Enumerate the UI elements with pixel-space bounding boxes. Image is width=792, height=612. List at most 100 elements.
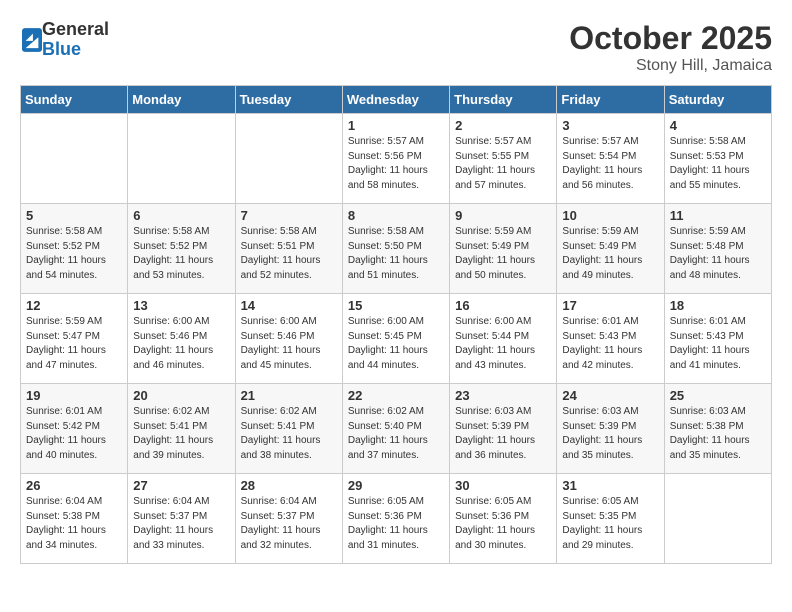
day-info: Sunrise: 5:58 AM Sunset: 5:52 PM Dayligh… [133, 225, 229, 283]
calendar-cell: 21 Sunrise: 6:02 AM Sunset: 5:41 PM Dayli… [235, 384, 342, 474]
day-number: 31 [562, 478, 658, 493]
day-number: 26 [26, 478, 122, 493]
day-info: Sunrise: 6:00 AM Sunset: 5:45 PM Dayligh… [348, 315, 444, 373]
day-header-saturday: Saturday [664, 86, 771, 114]
calendar-cell [21, 114, 128, 204]
calendar-cell: 23 Sunrise: 6:03 AM Sunset: 5:39 PM Dayli… [450, 384, 557, 474]
title-block: October 2025 Stony Hill, Jamaica [569, 20, 772, 75]
day-info: Sunrise: 5:57 AM Sunset: 5:55 PM Dayligh… [455, 135, 551, 193]
calendar-cell: 6 Sunrise: 5:58 AM Sunset: 5:52 PM Daylig… [128, 204, 235, 294]
calendar-cell: 24 Sunrise: 6:03 AM Sunset: 5:39 PM Dayli… [557, 384, 664, 474]
day-info: Sunrise: 6:00 AM Sunset: 5:44 PM Dayligh… [455, 315, 551, 373]
calendar-cell: 12 Sunrise: 5:59 AM Sunset: 5:47 PM Dayli… [21, 294, 128, 384]
day-number: 3 [562, 118, 658, 133]
calendar-cell: 3 Sunrise: 5:57 AM Sunset: 5:54 PM Daylig… [557, 114, 664, 204]
day-header-monday: Monday [128, 86, 235, 114]
day-info: Sunrise: 6:01 AM Sunset: 5:42 PM Dayligh… [26, 405, 122, 463]
location-subtitle: Stony Hill, Jamaica [569, 57, 772, 75]
calendar-cell: 17 Sunrise: 6:01 AM Sunset: 5:43 PM Dayli… [557, 294, 664, 384]
week-row-2: 12 Sunrise: 5:59 AM Sunset: 5:47 PM Dayli… [21, 294, 772, 384]
calendar-body: 1 Sunrise: 5:57 AM Sunset: 5:56 PM Daylig… [21, 114, 772, 564]
day-info: Sunrise: 5:59 AM Sunset: 5:48 PM Dayligh… [670, 225, 766, 283]
day-info: Sunrise: 6:02 AM Sunset: 5:41 PM Dayligh… [133, 405, 229, 463]
day-info: Sunrise: 5:59 AM Sunset: 5:49 PM Dayligh… [562, 225, 658, 283]
day-header-friday: Friday [557, 86, 664, 114]
logo-blue: Blue [42, 40, 109, 60]
day-info: Sunrise: 5:59 AM Sunset: 5:49 PM Dayligh… [455, 225, 551, 283]
calendar-cell: 29Sunrise: 6:05 AM Sunset: 5:36 PM Dayli… [342, 474, 449, 564]
day-number: 12 [26, 298, 122, 313]
day-info: Sunrise: 5:57 AM Sunset: 5:54 PM Dayligh… [562, 135, 658, 193]
day-number: 2 [455, 118, 551, 133]
day-info: Sunrise: 6:00 AM Sunset: 5:46 PM Dayligh… [241, 315, 337, 373]
day-number: 27 [133, 478, 229, 493]
calendar-cell: 11Sunrise: 5:59 AM Sunset: 5:48 PM Dayli… [664, 204, 771, 294]
calendar-cell: 30 Sunrise: 6:05 AM Sunset: 5:36 PM Dayli… [450, 474, 557, 564]
day-number: 21 [241, 388, 337, 403]
day-number: 25 [670, 388, 766, 403]
calendar-cell: 9Sunrise: 5:59 AM Sunset: 5:49 PM Daylig… [450, 204, 557, 294]
day-number: 5 [26, 208, 122, 223]
day-info: Sunrise: 6:02 AM Sunset: 5:41 PM Dayligh… [241, 405, 337, 463]
day-number: 19 [26, 388, 122, 403]
calendar-cell: 4Sunrise: 5:58 AM Sunset: 5:53 PM Daylig… [664, 114, 771, 204]
calendar-cell: 20Sunrise: 6:02 AM Sunset: 5:41 PM Dayli… [128, 384, 235, 474]
day-number: 15 [348, 298, 444, 313]
calendar-cell: 2 Sunrise: 5:57 AM Sunset: 5:55 PM Daylig… [450, 114, 557, 204]
calendar-header-row: SundayMondayTuesdayWednesdayThursdayFrid… [21, 86, 772, 114]
day-number: 1 [348, 118, 444, 133]
day-info: Sunrise: 6:01 AM Sunset: 5:43 PM Dayligh… [562, 315, 658, 373]
logo-icon [22, 28, 42, 52]
day-number: 29 [348, 478, 444, 493]
calendar-cell [128, 114, 235, 204]
logo-general: General [42, 20, 109, 40]
day-number: 22 [348, 388, 444, 403]
calendar-cell: 15 Sunrise: 6:00 AM Sunset: 5:45 PM Dayli… [342, 294, 449, 384]
page-header: General Blue October 2025 Stony Hill, Ja… [20, 20, 772, 75]
calendar-table: SundayMondayTuesdayWednesdayThursdayFrid… [20, 85, 772, 564]
day-number: 30 [455, 478, 551, 493]
calendar-cell [664, 474, 771, 564]
day-number: 13 [133, 298, 229, 313]
day-info: Sunrise: 5:58 AM Sunset: 5:50 PM Dayligh… [348, 225, 444, 283]
day-info: Sunrise: 5:57 AM Sunset: 5:56 PM Dayligh… [348, 135, 444, 193]
calendar-cell: 27 Sunrise: 6:04 AM Sunset: 5:37 PM Dayli… [128, 474, 235, 564]
day-number: 4 [670, 118, 766, 133]
day-header-thursday: Thursday [450, 86, 557, 114]
week-row-4: 26Sunrise: 6:04 AM Sunset: 5:38 PM Dayli… [21, 474, 772, 564]
calendar-cell: 31 Sunrise: 6:05 AM Sunset: 5:35 PM Dayli… [557, 474, 664, 564]
day-number: 17 [562, 298, 658, 313]
calendar-cell: 10 Sunrise: 5:59 AM Sunset: 5:49 PM Dayli… [557, 204, 664, 294]
day-number: 18 [670, 298, 766, 313]
day-header-tuesday: Tuesday [235, 86, 342, 114]
calendar-cell: 25 Sunrise: 6:03 AM Sunset: 5:38 PM Dayli… [664, 384, 771, 474]
day-number: 16 [455, 298, 551, 313]
day-info: Sunrise: 6:03 AM Sunset: 5:39 PM Dayligh… [562, 405, 658, 463]
day-number: 24 [562, 388, 658, 403]
day-info: Sunrise: 6:05 AM Sunset: 5:35 PM Dayligh… [562, 495, 658, 553]
day-info: Sunrise: 5:59 AM Sunset: 5:47 PM Dayligh… [26, 315, 122, 373]
day-number: 6 [133, 208, 229, 223]
calendar-cell: 18Sunrise: 6:01 AM Sunset: 5:43 PM Dayli… [664, 294, 771, 384]
day-number: 14 [241, 298, 337, 313]
day-info: Sunrise: 6:02 AM Sunset: 5:40 PM Dayligh… [348, 405, 444, 463]
calendar-cell: 7Sunrise: 5:58 AM Sunset: 5:51 PM Daylig… [235, 204, 342, 294]
day-info: Sunrise: 6:03 AM Sunset: 5:38 PM Dayligh… [670, 405, 766, 463]
calendar-cell [235, 114, 342, 204]
week-row-3: 19 Sunrise: 6:01 AM Sunset: 5:42 PM Dayli… [21, 384, 772, 474]
day-info: Sunrise: 5:58 AM Sunset: 5:51 PM Dayligh… [241, 225, 337, 283]
day-number: 8 [348, 208, 444, 223]
calendar-cell: 8 Sunrise: 5:58 AM Sunset: 5:50 PM Daylig… [342, 204, 449, 294]
day-number: 10 [562, 208, 658, 223]
day-number: 28 [241, 478, 337, 493]
calendar-cell: 14 Sunrise: 6:00 AM Sunset: 5:46 PM Dayli… [235, 294, 342, 384]
day-info: Sunrise: 6:03 AM Sunset: 5:39 PM Dayligh… [455, 405, 551, 463]
day-number: 23 [455, 388, 551, 403]
calendar-cell: 19 Sunrise: 6:01 AM Sunset: 5:42 PM Dayli… [21, 384, 128, 474]
day-info: Sunrise: 6:05 AM Sunset: 5:36 PM Dayligh… [455, 495, 551, 553]
month-title: October 2025 [569, 20, 772, 57]
week-row-0: 1 Sunrise: 5:57 AM Sunset: 5:56 PM Daylig… [21, 114, 772, 204]
day-header-sunday: Sunday [21, 86, 128, 114]
day-info: Sunrise: 6:04 AM Sunset: 5:37 PM Dayligh… [133, 495, 229, 553]
day-info: Sunrise: 6:00 AM Sunset: 5:46 PM Dayligh… [133, 315, 229, 373]
